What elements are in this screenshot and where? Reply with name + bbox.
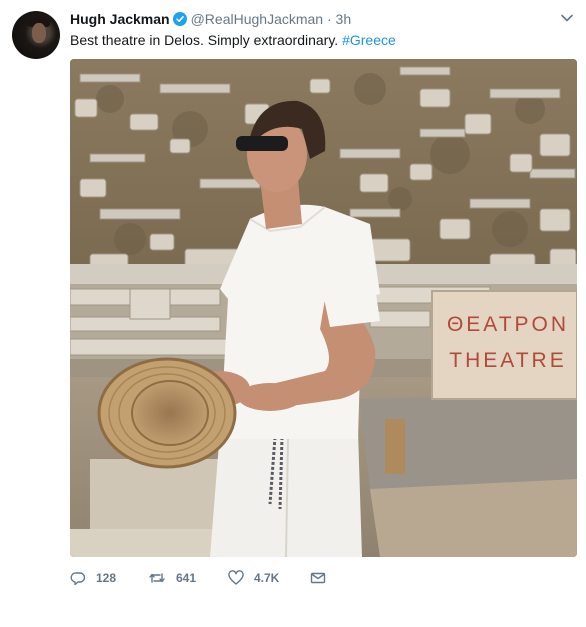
tweet-text: Best theatre in Delos. Simply extraordin…: [70, 31, 396, 49]
marble-stain: [385, 419, 405, 474]
tweet-header: Hugh Jackman @RealHughJackman · 3h: [70, 11, 556, 29]
reply-icon: [70, 572, 86, 586]
sign-english-text: THEATRE: [449, 349, 566, 372]
envelope-icon: [310, 572, 326, 584]
hashtag-link[interactable]: #Greece: [342, 32, 396, 48]
sleeve: [322, 287, 380, 327]
tweet-time[interactable]: 3h: [336, 11, 352, 27]
marble-block-base: [370, 479, 577, 557]
theatre-sign: [431, 290, 577, 400]
tweet-actions: 128 641 4.7K: [70, 568, 336, 588]
photo-scene: ΘΕΑΤΡΟΝ THEATRE: [70, 59, 577, 557]
sunglasses: [236, 136, 288, 151]
direct-message-button[interactable]: [310, 570, 336, 586]
header-separator: ·: [326, 11, 332, 27]
retweet-icon: [149, 573, 165, 583]
chevron-down-icon[interactable]: [560, 11, 574, 25]
avatar-face: [32, 23, 46, 43]
sign-greek-text: ΘΕΑΤΡΟΝ: [447, 313, 569, 336]
like-count: 4.7K: [254, 571, 280, 585]
tweet-body: Best theatre in Delos. Simply extraordin…: [70, 32, 343, 48]
heart-icon: [228, 570, 244, 585]
right-hand: [238, 383, 302, 411]
avatar[interactable]: [12, 11, 60, 59]
retweet-button[interactable]: 641: [148, 570, 228, 586]
tweet: Hugh Jackman @RealHughJackman · 3h Best t…: [0, 0, 586, 627]
verified-badge-icon: [172, 12, 187, 26]
tweet-photo[interactable]: ΘΕΑΤΡΟΝ THEATRE: [70, 59, 577, 557]
hat-crown: [131, 380, 209, 446]
author-handle[interactable]: @RealHughJackman: [191, 11, 324, 27]
reply-count: 128: [96, 571, 117, 585]
reply-button[interactable]: 128: [70, 570, 148, 586]
author-name[interactable]: Hugh Jackman: [70, 11, 170, 27]
retweet-count: 641: [176, 571, 197, 585]
like-button[interactable]: 4.7K: [228, 570, 310, 586]
stone-base-left: [90, 459, 230, 529]
